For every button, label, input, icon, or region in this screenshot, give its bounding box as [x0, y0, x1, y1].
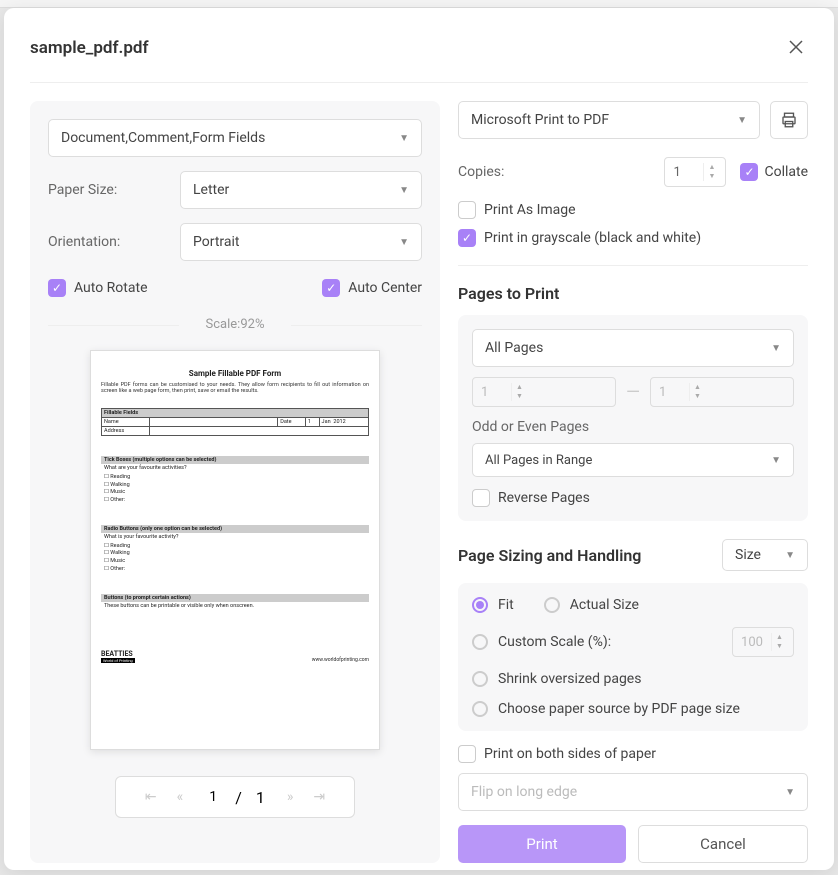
- pages-to-print-title: Pages to Print: [458, 284, 808, 303]
- actual-size-radio[interactable]: [544, 597, 560, 613]
- auto-center-label: Auto Center: [348, 280, 422, 296]
- pager-total: 1: [246, 788, 275, 807]
- both-sides-checkbox[interactable]: [458, 745, 476, 763]
- collate-checkbox[interactable]: ✓: [740, 163, 758, 181]
- paper-size-label: Paper Size:: [48, 182, 168, 198]
- print-as-image-label: Print As Image: [484, 202, 576, 218]
- duplex-select[interactable]: Flip on long edge ▼: [458, 773, 808, 811]
- pages-to-print-box: All Pages ▼ ▲▼ — ▲▼ Odd or Even Pages: [458, 315, 808, 521]
- custom-scale-spinner[interactable]: ▲▼: [732, 627, 794, 657]
- chevron-down-icon: ▼: [399, 237, 409, 248]
- chevron-down-icon: ▼: [785, 550, 795, 561]
- printer-icon: [780, 111, 798, 129]
- printer-select[interactable]: Microsoft Print to PDF ▼: [458, 101, 760, 139]
- check-icon: ✓: [326, 281, 336, 295]
- shrink-label: Shrink oversized pages: [498, 671, 641, 687]
- pages-select[interactable]: All Pages ▼: [472, 329, 794, 367]
- printer-properties-button[interactable]: [770, 101, 808, 139]
- custom-scale-input[interactable]: [733, 635, 771, 650]
- spinner-down[interactable]: ▼: [704, 172, 719, 181]
- close-button[interactable]: [784, 32, 808, 64]
- paper-size-value: Letter: [193, 182, 229, 198]
- sizing-title: Page Sizing and Handling: [458, 546, 641, 565]
- range-separator: —: [626, 382, 640, 403]
- custom-scale-label: Custom Scale (%):: [498, 634, 611, 650]
- odd-even-value: All Pages in Range: [485, 453, 592, 468]
- print-button[interactable]: Print: [458, 825, 626, 863]
- preview-panel: Document,Comment,Form Fields ▼ Paper Siz…: [30, 101, 440, 863]
- cancel-button[interactable]: Cancel: [638, 825, 808, 863]
- odd-even-select[interactable]: All Pages in Range ▼: [472, 443, 794, 477]
- chevron-down-icon: ▼: [399, 185, 409, 196]
- fit-radio[interactable]: [472, 597, 488, 613]
- sizing-box: Fit Actual Size Custom Scale (%): ▲▼: [458, 583, 808, 731]
- dialog-header: sample_pdf.pdf: [30, 32, 808, 83]
- pager-last[interactable]: ⇥: [305, 785, 333, 809]
- printer-value: Microsoft Print to PDF: [471, 112, 609, 128]
- range-from-spinner[interactable]: ▲▼: [472, 377, 616, 407]
- chevron-down-icon: ▼: [399, 133, 409, 144]
- range-to-input[interactable]: [651, 385, 689, 400]
- check-icon: ✓: [462, 231, 472, 245]
- settings-panel: Microsoft Print to PDF ▼ Copies: ▲▼ ✓: [458, 101, 808, 863]
- duplex-value: Flip on long edge: [471, 784, 577, 800]
- copies-spinner[interactable]: ▲▼: [664, 157, 726, 187]
- range-from-input[interactable]: [473, 385, 511, 400]
- auto-rotate-checkbox[interactable]: ✓: [48, 279, 66, 297]
- auto-rotate-label: Auto Rotate: [74, 280, 148, 296]
- choose-source-radio[interactable]: [472, 701, 488, 717]
- copies-input[interactable]: [665, 165, 703, 180]
- pager-prev[interactable]: «: [169, 785, 192, 809]
- size-mode-select[interactable]: Size ▼: [722, 539, 808, 571]
- copies-label: Copies:: [458, 164, 578, 180]
- close-icon: [788, 39, 804, 55]
- chevron-down-icon: ▼: [771, 343, 781, 354]
- pager-first[interactable]: ⇤: [137, 785, 165, 809]
- print-dialog: sample_pdf.pdf Document,Comment,Form Fie…: [4, 8, 834, 870]
- odd-even-label: Odd or Even Pages: [472, 419, 794, 435]
- orientation-select[interactable]: Portrait ▼: [180, 223, 422, 261]
- range-to-spinner[interactable]: ▲▼: [650, 377, 794, 407]
- content-select[interactable]: Document,Comment,Form Fields ▼: [48, 119, 422, 157]
- pager-current[interactable]: [195, 788, 231, 806]
- check-icon: ✓: [52, 281, 62, 295]
- grayscale-checkbox[interactable]: ✓: [458, 229, 476, 247]
- chevron-down-icon: ▼: [785, 787, 795, 798]
- pager-next[interactable]: »: [279, 785, 302, 809]
- background-toolbar: [0, 0, 838, 8]
- fit-label: Fit: [498, 597, 514, 613]
- page-preview: Sample Fillable PDF Form Fillable PDF fo…: [90, 350, 380, 750]
- chevron-down-icon: ▼: [771, 455, 781, 466]
- reverse-pages-label: Reverse Pages: [498, 490, 590, 506]
- pager: ⇤ « / 1 » ⇥: [115, 776, 355, 818]
- chevron-down-icon: ▼: [737, 115, 747, 126]
- pager-sep: /: [235, 788, 242, 807]
- shrink-radio[interactable]: [472, 671, 488, 687]
- pages-select-value: All Pages: [485, 340, 543, 356]
- both-sides-label: Print on both sides of paper: [484, 746, 656, 762]
- scale-text: Scale:92%: [48, 317, 422, 332]
- dialog-title: sample_pdf.pdf: [30, 38, 149, 58]
- spinner-up[interactable]: ▲: [704, 163, 719, 172]
- custom-scale-radio[interactable]: [472, 634, 488, 650]
- actual-size-label: Actual Size: [570, 597, 639, 613]
- choose-source-label: Choose paper source by PDF page size: [498, 701, 740, 717]
- check-icon: ✓: [744, 165, 754, 179]
- collate-label: Collate: [764, 164, 808, 180]
- reverse-pages-checkbox[interactable]: [472, 489, 490, 507]
- auto-center-checkbox[interactable]: ✓: [322, 279, 340, 297]
- orientation-value: Portrait: [193, 234, 239, 250]
- size-mode-value: Size: [735, 547, 761, 563]
- orientation-label: Orientation:: [48, 234, 168, 250]
- content-select-value: Document,Comment,Form Fields: [61, 130, 265, 146]
- grayscale-label: Print in grayscale (black and white): [484, 230, 701, 246]
- paper-size-select[interactable]: Letter ▼: [180, 171, 422, 209]
- print-as-image-checkbox[interactable]: [458, 201, 476, 219]
